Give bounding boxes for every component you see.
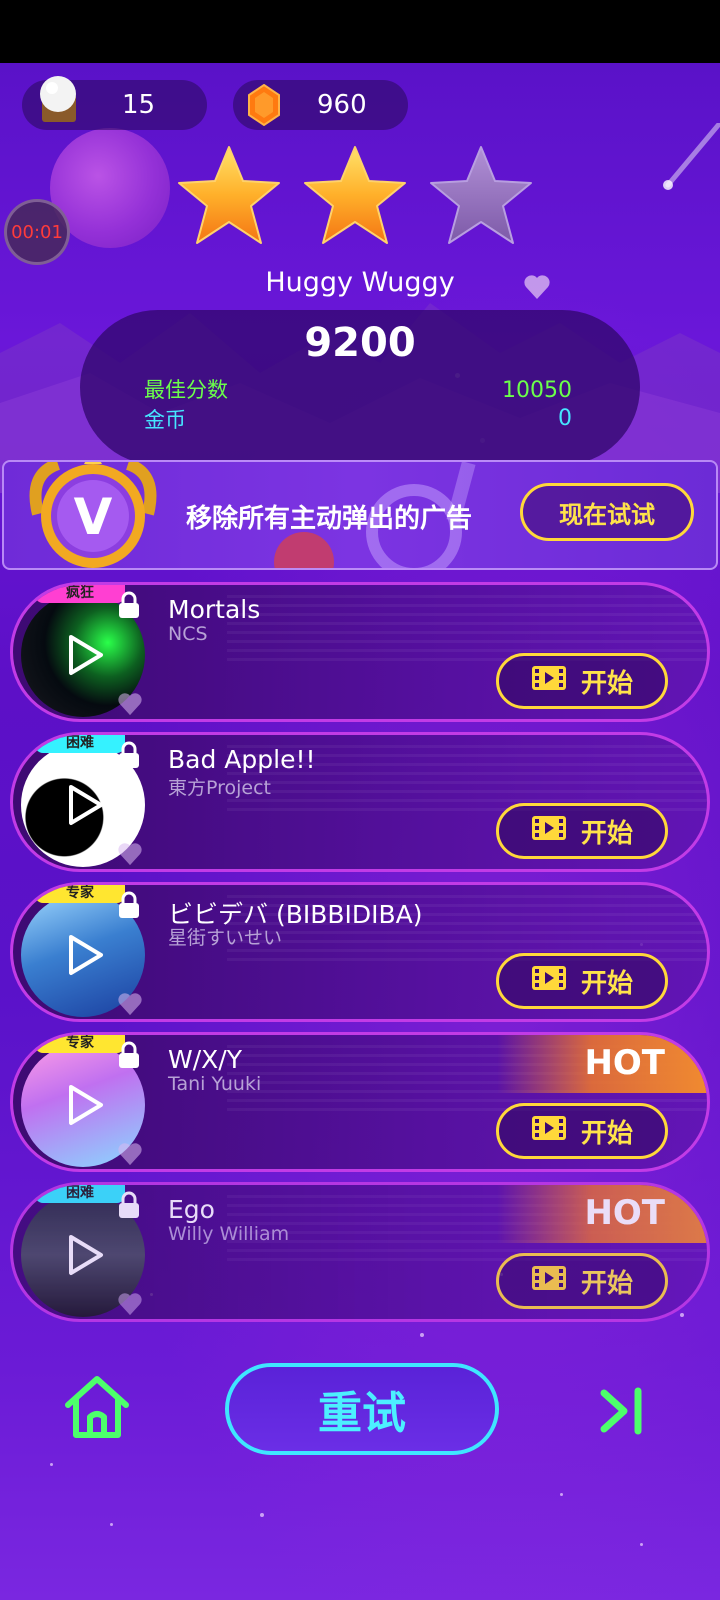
recording-timer: 00:01 — [4, 199, 70, 265]
start-button-label: 开始 — [580, 1268, 633, 1299]
gems-counter: 960 — [233, 80, 408, 130]
gem-icon — [247, 83, 281, 130]
start-button[interactable]: 开始 — [496, 953, 668, 1009]
song-card[interactable]: 疯狂 Mortals NCS 开始 — [10, 582, 710, 722]
difficulty-badge: 专家 — [35, 1035, 125, 1053]
next-icon[interactable] — [598, 1387, 646, 1439]
play-icon[interactable] — [65, 1083, 105, 1127]
video-ad-icon — [531, 1115, 567, 1148]
song-card-artist: Tani Yuuki — [168, 1073, 262, 1095]
hot-label: HOT — [584, 1193, 665, 1233]
heart-icon[interactable] — [523, 274, 551, 304]
video-ad-icon — [531, 1265, 567, 1298]
song-card[interactable]: HOT 专家 W/X/Y Tani Yuuki 开始 — [10, 1032, 710, 1172]
retry-button[interactable]: 重试 — [225, 1363, 499, 1455]
lock-icon — [117, 741, 141, 773]
lock-icon — [117, 591, 141, 623]
lock-icon — [117, 891, 141, 923]
difficulty-badge: 专家 — [35, 885, 125, 903]
song-card-title: Bad Apple!! — [168, 745, 316, 774]
vip-banner[interactable]: V 移除所有主动弹出的广告 现在试试 — [2, 460, 718, 570]
star-rating — [178, 146, 532, 244]
gems-count: 960 — [317, 90, 367, 120]
play-icon[interactable] — [65, 933, 105, 977]
start-button-label: 开始 — [580, 968, 633, 999]
start-button-label: 开始 — [580, 668, 633, 699]
difficulty-badge: 疯狂 — [35, 585, 125, 603]
play-icon[interactable] — [65, 1233, 105, 1277]
home-icon[interactable] — [62, 1373, 132, 1445]
lock-icon — [117, 1041, 141, 1073]
lives-count: 15 — [122, 90, 156, 120]
heart-icon[interactable] — [117, 1292, 143, 1319]
best-score-value: 10050 — [502, 378, 572, 403]
star-icon — [178, 146, 280, 244]
score-panel: 9200 最佳分数 金币 10050 0 — [80, 310, 640, 465]
play-icon[interactable] — [65, 783, 105, 827]
shooting-star-decoration — [663, 123, 720, 190]
video-ad-icon — [531, 665, 567, 698]
video-ad-icon — [531, 815, 567, 848]
coins-label: 金币 — [144, 408, 186, 432]
lives-counter: 15 — [22, 76, 207, 130]
lives-icon — [32, 74, 84, 126]
song-card-artist: NCS — [168, 623, 208, 645]
hot-label: HOT — [584, 1043, 665, 1083]
song-card-artist: Willy William — [168, 1223, 290, 1245]
play-icon[interactable] — [65, 633, 105, 677]
lock-icon — [117, 1191, 141, 1223]
heart-icon[interactable] — [117, 1142, 143, 1169]
start-button-label: 开始 — [580, 818, 633, 849]
start-button-label: 开始 — [580, 1118, 633, 1149]
video-ad-icon — [531, 965, 567, 998]
start-button[interactable]: 开始 — [496, 803, 668, 859]
heart-icon[interactable] — [117, 992, 143, 1019]
start-button[interactable]: 开始 — [496, 653, 668, 709]
difficulty-badge: 困难 — [35, 1185, 125, 1203]
vip-banner-text: 移除所有主动弹出的广告 — [186, 504, 473, 534]
star-icon — [304, 146, 406, 244]
song-card-title: Ego — [168, 1195, 215, 1224]
heart-icon[interactable] — [117, 842, 143, 869]
heart-icon[interactable] — [117, 692, 143, 719]
song-card[interactable]: HOT 困难 Ego Willy William 开始 — [10, 1182, 710, 1322]
song-title: Huggy Wuggy — [265, 267, 455, 298]
song-card[interactable]: 困难 Bad Apple!! 東方Project 开始 — [10, 732, 710, 872]
song-card-artist: 東方Project — [168, 777, 272, 799]
difficulty-badge: 困难 — [35, 735, 125, 753]
song-card-title: W/X/Y — [168, 1045, 242, 1074]
star-icon — [430, 146, 532, 244]
hot-badge: HOT — [497, 1035, 707, 1093]
song-card-title: Mortals — [168, 595, 261, 624]
vip-badge-icon: V — [18, 462, 168, 568]
start-button[interactable]: 开始 — [496, 1103, 668, 1159]
score-value: 9200 — [304, 320, 416, 366]
song-card-artist: 星街すいせい — [168, 927, 283, 949]
try-now-button[interactable]: 现在试试 — [520, 483, 694, 541]
game-result-screen: 15 960 00:01 Huggy Wuggy 9200 最佳分数 金币 10… — [0, 63, 720, 1600]
svg-text:V: V — [74, 488, 113, 546]
best-score-label: 最佳分数 — [144, 378, 228, 402]
hot-badge: HOT — [497, 1185, 707, 1243]
start-button[interactable]: 开始 — [496, 1253, 668, 1309]
song-card[interactable]: 专家 ビビデバ (BIBBIDIBA) 星街すいせい 开始 — [10, 882, 710, 1022]
coins-value: 0 — [558, 406, 572, 431]
